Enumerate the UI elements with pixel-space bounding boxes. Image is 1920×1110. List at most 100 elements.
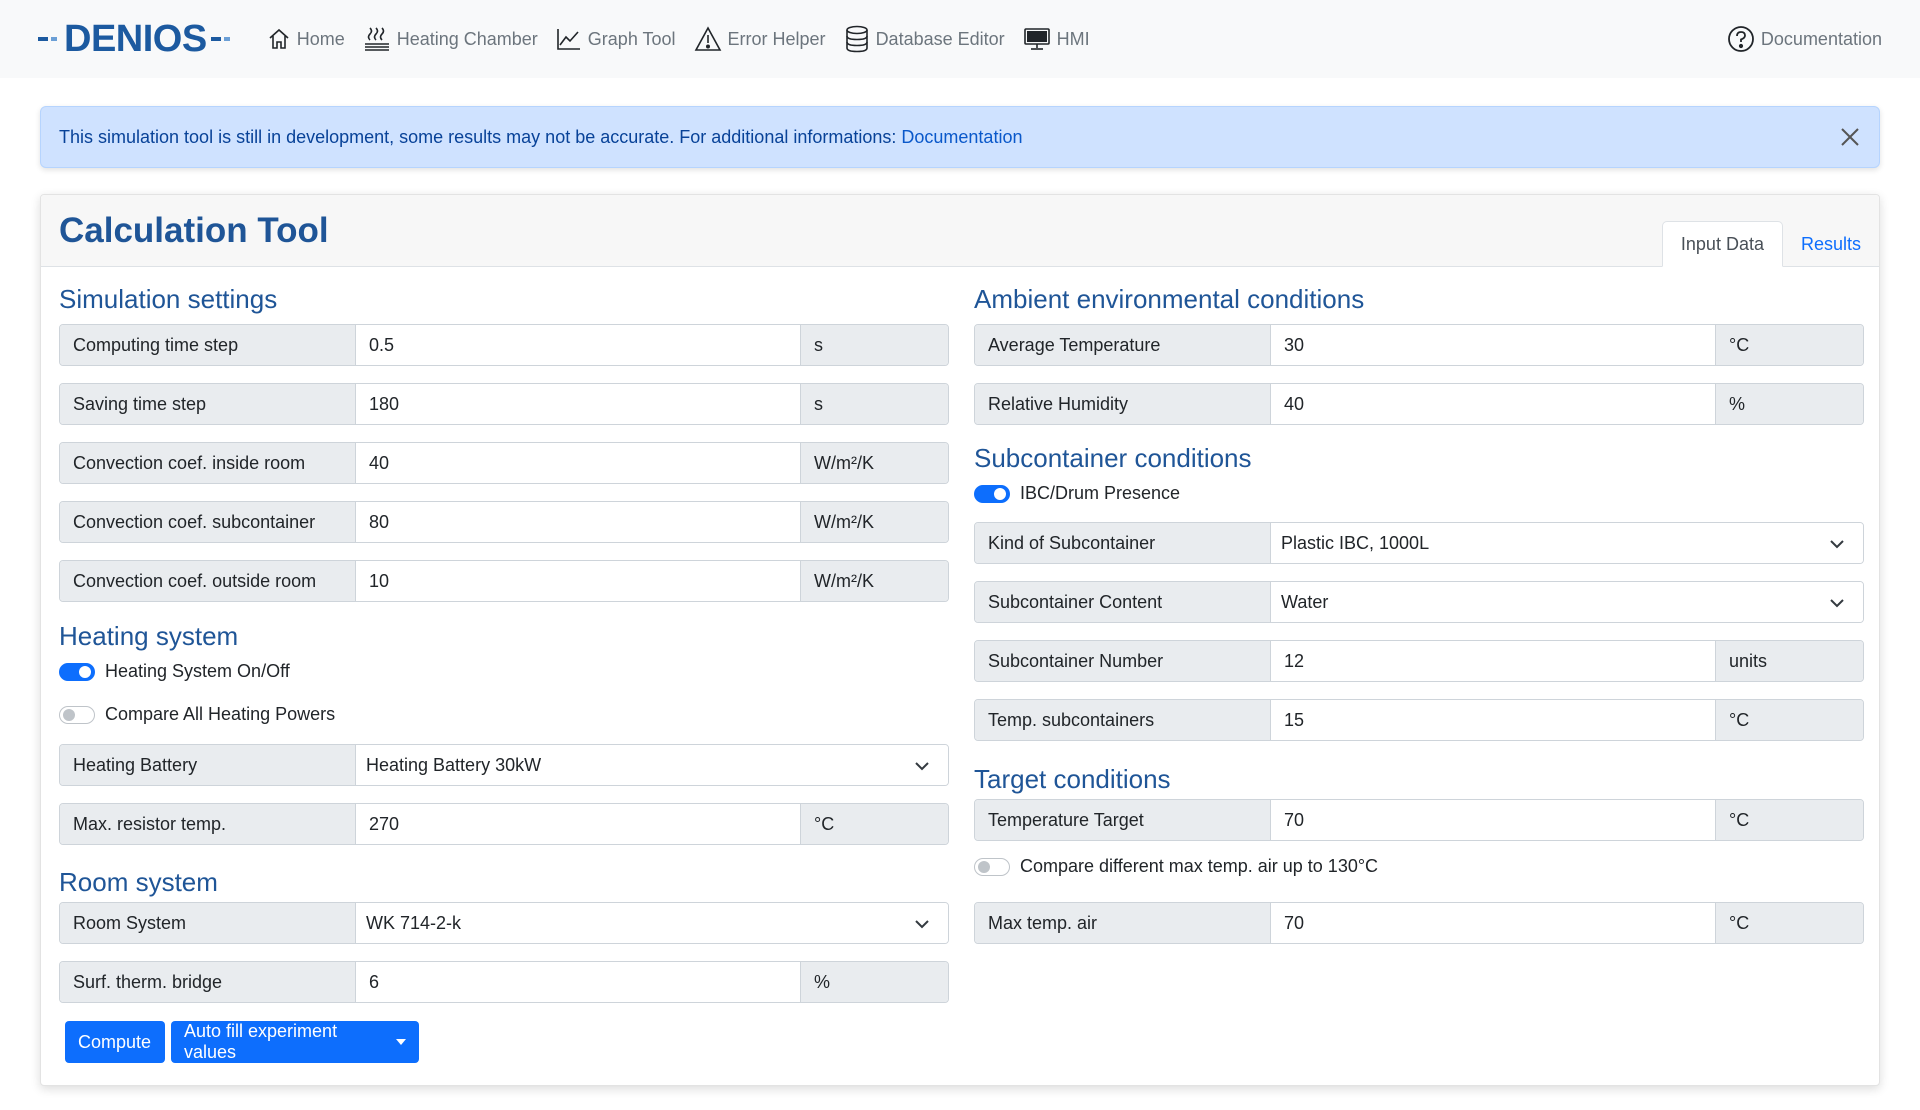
relative-humidity-input[interactable]: 40 <box>1271 384 1715 424</box>
temp-subcontainers-input[interactable]: 15 <box>1271 700 1715 740</box>
logo-dash <box>210 37 221 41</box>
help-circle-icon <box>1728 26 1754 52</box>
field-label: Convection coef. subcontainer <box>60 502 356 542</box>
logo-dash <box>38 37 48 41</box>
caret-down-icon <box>396 1039 406 1045</box>
switch-label: Heating System On/Off <box>105 661 290 681</box>
nav-home-label: Home <box>296 28 345 49</box>
nav-error-helper[interactable]: Error Helper <box>694 26 826 52</box>
nav-graph-tool[interactable]: Graph Tool <box>556 27 676 51</box>
compare-heating-powers-switch[interactable] <box>59 705 95 724</box>
input-group-convection-subcontainer: Convection coef. subcontainer 80 W/m²/K <box>59 501 949 543</box>
tab-input-data[interactable]: Input Data <box>1661 221 1783 267</box>
field-unit: W/m²/K <box>800 561 948 601</box>
field-label: Average Temperature <box>975 325 1271 365</box>
kind-of-subcontainer-select[interactable]: Plastic IBC, 1000L <box>1271 523 1863 563</box>
alert-documentation-link[interactable]: Documentation <box>901 127 1022 148</box>
select-value: Heating Battery 30kW <box>366 754 542 775</box>
field-unit: °C <box>1715 325 1863 365</box>
nav-database-editor[interactable]: Database Editor <box>844 25 1005 53</box>
nav-error-helper-label: Error Helper <box>727 28 826 49</box>
input-group-heating-battery: Heating Battery Heating Battery 30kW <box>59 744 949 786</box>
nav-graph-tool-label: Graph Tool <box>587 28 676 49</box>
close-icon[interactable] <box>1837 124 1863 150</box>
button-label: Compute <box>78 1031 152 1052</box>
chevron-down-icon <box>1830 599 1844 608</box>
autofill-dropdown-button[interactable]: Auto fill experiment values <box>171 1021 419 1063</box>
field-label: Convection coef. inside room <box>60 443 356 483</box>
field-unit: % <box>800 962 948 1002</box>
subcontainer-number-input[interactable]: 12 <box>1271 641 1715 681</box>
database-icon <box>845 25 868 53</box>
average-temperature-input[interactable]: 30 <box>1271 325 1715 365</box>
nav-heating-chamber-label: Heating Chamber <box>396 28 538 49</box>
brand-logo[interactable]: DENIOS <box>38 18 233 61</box>
field-unit: s <box>800 325 948 365</box>
input-group-temp-subcontainers: Temp. subcontainers 15 °C <box>974 699 1864 741</box>
input-group-kind-of-subcontainer: Kind of Subcontainer Plastic IBC, 1000L <box>974 522 1864 564</box>
nav-hmi[interactable]: HMI <box>1023 27 1090 51</box>
subcontainer-content-select[interactable]: Water <box>1271 582 1863 622</box>
section-subcontainer-conditions: Subcontainer conditions <box>974 443 1252 473</box>
input-group-subcontainer-content: Subcontainer Content Water <box>974 581 1864 623</box>
input-group-surf-therm-bridge: Surf. therm. bridge 6 % <box>59 961 949 1003</box>
compare-heating-powers-row: Compare All Heating Powers <box>59 704 335 725</box>
chart-line-icon <box>556 29 580 50</box>
compare-max-temp-switch[interactable] <box>974 857 1010 876</box>
input-group-max-resistor-temp: Max. resistor temp. 270 °C <box>59 803 949 845</box>
field-label: Max. resistor temp. <box>60 804 356 844</box>
field-label: Convection coef. outside room <box>60 561 356 601</box>
heating-onoff-switch[interactable] <box>59 662 95 681</box>
compare-max-temp-row: Compare different max temp. air up to 13… <box>974 856 1378 877</box>
alert-text: This simulation tool is still in develop… <box>59 126 897 147</box>
card-body: Simulation settings Computing time step … <box>41 268 1881 1086</box>
field-label: Surf. therm. bridge <box>60 962 356 1002</box>
max-temp-air-input[interactable]: 70 <box>1271 903 1715 943</box>
heating-onoff-row: Heating System On/Off <box>59 661 290 682</box>
room-system-select[interactable]: WK 714-2-k <box>356 903 948 943</box>
convection-outside-room-input[interactable]: 10 <box>356 561 800 601</box>
field-unit: s <box>800 384 948 424</box>
input-group-room-system: Room System WK 714-2-k <box>59 902 949 944</box>
home-icon <box>269 28 289 49</box>
select-value: WK 714-2-k <box>366 912 462 933</box>
field-label: Temperature Target <box>975 800 1271 840</box>
select-value: Water <box>1281 591 1329 612</box>
card-header: Calculation Tool Input Data Results <box>41 195 1879 267</box>
nav-home[interactable]: Home <box>267 27 345 51</box>
computing-time-step-input[interactable]: 0.5 <box>356 325 800 365</box>
tab-bar: Input Data Results <box>1661 221 1879 267</box>
tab-results[interactable]: Results <box>1783 221 1879 267</box>
field-unit: W/m²/K <box>800 443 948 483</box>
convection-subcontainer-input[interactable]: 80 <box>356 502 800 542</box>
field-label: Kind of Subcontainer <box>975 523 1271 563</box>
logo-dash <box>223 37 230 41</box>
surf-therm-bridge-input[interactable]: 6 <box>356 962 800 1002</box>
select-value: Plastic IBC, 1000L <box>1281 532 1430 553</box>
button-label: Auto fill experiment values <box>184 1021 338 1062</box>
field-unit: °C <box>1715 800 1863 840</box>
development-alert: This simulation tool is still in develop… <box>40 106 1880 168</box>
nav-heating-chamber[interactable]: Heating Chamber <box>363 25 538 53</box>
input-group-convection-inside-room: Convection coef. inside room 40 W/m²/K <box>59 442 949 484</box>
max-resistor-temp-input[interactable]: 270 <box>356 804 800 844</box>
ibc-presence-switch[interactable] <box>974 484 1010 503</box>
field-unit: units <box>1715 641 1863 681</box>
field-unit: °C <box>1715 700 1863 740</box>
field-label: Subcontainer Content <box>975 582 1271 622</box>
calculation-card: Calculation Tool Input Data Results Simu… <box>40 194 1880 1086</box>
compute-button[interactable]: Compute <box>65 1021 165 1063</box>
temperature-target-input[interactable]: 70 <box>1271 800 1715 840</box>
field-label: Heating Battery <box>60 745 356 785</box>
field-unit: °C <box>800 804 948 844</box>
chevron-down-icon <box>915 762 929 771</box>
input-group-max-temp-air: Max temp. air 70 °C <box>974 902 1864 944</box>
nav-documentation[interactable]: Documentation <box>1727 0 1882 78</box>
convection-inside-room-input[interactable]: 40 <box>356 443 800 483</box>
saving-time-step-input[interactable]: 180 <box>356 384 800 424</box>
input-group-relative-humidity: Relative Humidity 40 % <box>974 383 1864 425</box>
heating-battery-select[interactable]: Heating Battery 30kW <box>356 745 948 785</box>
field-label: Relative Humidity <box>975 384 1271 424</box>
section-room-system: Room system <box>59 867 218 897</box>
chevron-down-icon <box>1830 540 1844 549</box>
